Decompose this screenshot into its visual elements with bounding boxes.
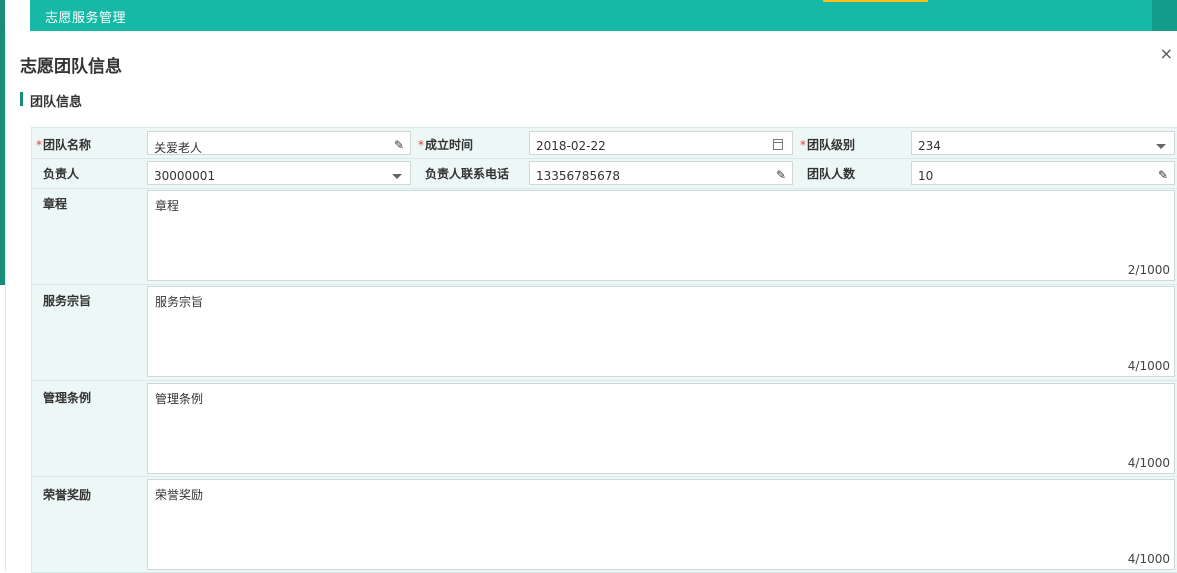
row-divider bbox=[32, 158, 1177, 159]
founded-date-label: *成立时间 bbox=[418, 138, 474, 152]
active-tab-indicator bbox=[823, 0, 928, 2]
purpose-textarea[interactable]: 服务宗旨 4/1000 bbox=[147, 286, 1175, 377]
app-title: 志愿服务管理 bbox=[45, 11, 127, 26]
section-title: 团队信息 bbox=[30, 95, 83, 110]
row-divider bbox=[32, 476, 1177, 477]
top-bar: 志愿服务管理 bbox=[30, 0, 1177, 31]
member-count-label: 团队人数 bbox=[807, 167, 856, 181]
dialog-title: 志愿团队信息 bbox=[20, 57, 122, 77]
team-info-form: *团队名称 关爱老人 ✎ *成立时间 2018-02-22 *团队级别 234 … bbox=[31, 127, 1177, 573]
chevron-down-icon[interactable] bbox=[392, 174, 402, 179]
calendar-icon[interactable] bbox=[773, 139, 783, 150]
row-divider bbox=[32, 284, 1177, 285]
regulations-label: 管理条例 bbox=[43, 391, 92, 405]
honors-label: 荣誉奖励 bbox=[43, 488, 92, 502]
edit-icon[interactable]: ✎ bbox=[394, 138, 404, 152]
team-level-select[interactable]: 234 bbox=[911, 131, 1175, 155]
section-marker bbox=[20, 92, 23, 106]
member-count-field[interactable]: 10 ✎ bbox=[911, 161, 1175, 185]
charter-textarea[interactable]: 章程 2/1000 bbox=[147, 190, 1175, 281]
charter-label: 章程 bbox=[43, 197, 68, 211]
regulations-char-counter: 4/1000 bbox=[1127, 456, 1170, 470]
row-divider bbox=[32, 380, 1177, 381]
chevron-down-icon[interactable] bbox=[1156, 144, 1166, 149]
team-info-dialog: 志愿团队信息 × 团队信息 *团队名称 关爱老人 ✎ *成立时间 2018-02… bbox=[5, 31, 1177, 573]
row-divider bbox=[32, 188, 1177, 189]
leader-phone-field[interactable]: 13356785678 ✎ bbox=[529, 161, 793, 185]
close-icon[interactable]: × bbox=[1160, 44, 1173, 63]
honors-char-counter: 4/1000 bbox=[1127, 552, 1170, 566]
topbar-right-block bbox=[1152, 0, 1177, 31]
team-level-label: *团队级别 bbox=[800, 138, 856, 152]
charter-char-counter: 2/1000 bbox=[1127, 263, 1170, 277]
purpose-char-counter: 4/1000 bbox=[1127, 359, 1170, 373]
team-name-field[interactable]: 关爱老人 ✎ bbox=[147, 131, 411, 155]
regulations-textarea[interactable]: 管理条例 4/1000 bbox=[147, 383, 1175, 474]
leader-phone-label: 负责人联系电话 bbox=[425, 167, 510, 181]
leader-label: 负责人 bbox=[43, 167, 80, 181]
founded-date-field[interactable]: 2018-02-22 bbox=[529, 131, 793, 155]
edit-icon[interactable]: ✎ bbox=[776, 168, 786, 182]
leader-select[interactable]: 30000001 bbox=[147, 161, 411, 185]
purpose-label: 服务宗旨 bbox=[43, 294, 92, 308]
edit-icon[interactable]: ✎ bbox=[1158, 168, 1168, 182]
team-name-label: *团队名称 bbox=[36, 138, 92, 152]
honors-textarea[interactable]: 荣誉奖励 4/1000 bbox=[147, 479, 1175, 570]
